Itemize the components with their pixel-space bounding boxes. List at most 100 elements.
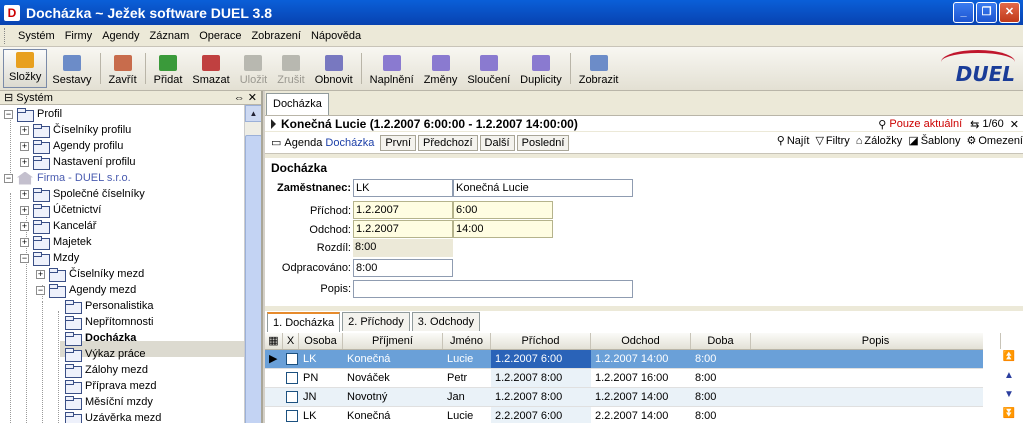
tree-item[interactable]: − Profil (4, 106, 62, 122)
toolbar-button-1[interactable]: Sestavy (47, 47, 96, 90)
employee-name-field[interactable]: Konečná Lucie (453, 179, 633, 197)
nav-tool-0[interactable]: ⚲ Najít (777, 134, 810, 147)
tree-item[interactable]: + Číselníky profilu (20, 122, 131, 138)
tree-item[interactable]: − Agendy mezd (36, 282, 136, 298)
nav-button-2[interactable]: Další (479, 134, 515, 151)
toolbar-button-11[interactable]: Duplicity (515, 47, 567, 90)
tree-item[interactable]: Měsíční mzdy (65, 394, 153, 410)
arrival-time-field[interactable]: 6:00 (453, 201, 553, 219)
bottom-tab-0[interactable]: 1. Docházka (267, 312, 341, 332)
table-row[interactable]: ▶ LK Konečná Lucie 1.2.2007 6:00 1.2.2007 14:… (265, 350, 983, 369)
departure-date-field[interactable]: 1.2.2007 (353, 220, 453, 238)
nav-button-1[interactable]: Předchozí (418, 134, 478, 151)
toolbar-button-12[interactable]: Zobrazit (574, 47, 624, 90)
tab-dochazka[interactable]: Docházka (266, 93, 329, 115)
toolbar-button-3[interactable]: Přidat (149, 47, 188, 90)
toolbar-button-9[interactable]: Změny (419, 47, 463, 90)
expander-icon[interactable]: + (20, 125, 29, 135)
nav-button-0[interactable]: První (380, 134, 417, 151)
bottom-tab-1[interactable]: 2. Příchody (342, 312, 410, 331)
expander-icon[interactable]: − (36, 285, 45, 295)
grid-col-prijmeni[interactable]: Příjmení (343, 333, 443, 349)
tree-item[interactable]: Zálohy mezd (65, 362, 148, 378)
next-record-icon[interactable]: ▼ (1002, 389, 1016, 401)
grid-col-jmeno[interactable]: Jméno (443, 333, 491, 349)
restore-button[interactable]: ❐ (976, 2, 997, 23)
grid-col-odchod[interactable]: Odchod (591, 333, 691, 349)
worked-field[interactable]: 8:00 (353, 259, 453, 277)
table-row[interactable]: PN Nováček Petr 1.2.2007 8:00 1.2.2007 16:00… (265, 369, 983, 388)
bottom-tab-2[interactable]: 3. Odchody (411, 312, 481, 331)
nav-button-3[interactable]: Poslední (516, 134, 570, 151)
toolbar-button-7[interactable]: Obnovit (310, 47, 358, 90)
scroll-thumb[interactable] (245, 135, 261, 423)
employee-code-field[interactable]: LK (353, 179, 453, 197)
grid-settings-icon[interactable]: ▦ (265, 333, 283, 349)
minimize-button[interactable]: _ (953, 2, 974, 23)
tree-scrollbar[interactable]: ▲ (244, 105, 261, 423)
toolbar-button-5[interactable]: Uložit (235, 47, 273, 90)
tree-item[interactable]: Výkaz práce (65, 346, 146, 362)
scroll-up-arrow[interactable]: ▲ (245, 105, 261, 122)
expander-icon[interactable]: + (20, 205, 29, 215)
toolbar-button-10[interactable]: Sloučení (462, 47, 515, 90)
nav-tool-1[interactable]: ▽ Filtry (815, 134, 849, 147)
grid-col-doba[interactable]: Doba (691, 333, 751, 349)
collapse-icon[interactable]: ⊟ (4, 92, 16, 104)
row-checkbox[interactable] (286, 353, 298, 365)
expander-icon[interactable]: + (36, 269, 45, 279)
expander-icon[interactable]: + (20, 141, 29, 151)
grid-col-osoba[interactable]: Osoba (299, 333, 343, 349)
tree-item[interactable]: − Firma - DUEL s.r.o. (4, 170, 131, 186)
close-button[interactable]: ✕ (999, 2, 1020, 23)
expander-icon[interactable]: − (4, 109, 13, 119)
tree-item[interactable]: + Majetek (20, 234, 92, 250)
tree-item[interactable]: Příprava mezd (65, 378, 157, 394)
tree-item[interactable]: Personalistika (65, 298, 153, 314)
expander-icon[interactable]: + (20, 221, 29, 231)
nav-tool-4[interactable]: ⚙ Omezení (966, 134, 1023, 147)
tree-item[interactable]: + Agendy profilu (20, 138, 123, 154)
close-pane-icon[interactable]: ✕ (248, 92, 257, 104)
menu-5[interactable]: Zobrazení (246, 30, 306, 42)
tree-item[interactable]: Nepřítomnosti (65, 314, 153, 330)
table-row[interactable]: LK Konečná Lucie 2.2.2007 6:00 2.2.2007 14:0… (265, 407, 983, 423)
expander-icon[interactable]: − (4, 173, 13, 183)
toolbar-button-8[interactable]: Naplnění (365, 47, 419, 90)
toolbar-button-2[interactable]: Zavřít (104, 47, 142, 90)
last-record-icon[interactable]: ⏬ (1002, 408, 1016, 420)
first-record-icon[interactable]: ⏫ (1002, 351, 1016, 363)
tree-item[interactable]: + Číselníky mezd (36, 266, 144, 282)
expander-icon[interactable]: − (20, 253, 29, 263)
nav-tool-3[interactable]: ◪ Šablony (908, 134, 960, 147)
tree-item[interactable]: Docházka (65, 330, 136, 346)
agenda-name[interactable]: Docházka (325, 137, 374, 149)
toolbar-button-6[interactable]: Zrušit (272, 47, 310, 90)
tree-item[interactable]: − Mzdy (20, 250, 79, 266)
arrival-date-field[interactable]: 1.2.2007 (353, 201, 453, 219)
menu-3[interactable]: Záznam (145, 30, 195, 42)
toolbar-button-4[interactable]: Smazat (187, 47, 234, 90)
grid-col-prichod[interactable]: Příchod (491, 333, 591, 349)
tree-item[interactable]: Uzávěrka mezd (65, 410, 161, 423)
menu-0[interactable]: Systém (13, 30, 60, 42)
row-checkbox[interactable] (286, 410, 298, 422)
dock-icon[interactable]: ⇔ (234, 92, 245, 104)
row-checkbox[interactable] (286, 391, 298, 403)
menu-4[interactable]: Operace (194, 30, 246, 42)
grid-select-header[interactable]: X (283, 333, 299, 349)
table-row[interactable]: JN Novotný Jan 1.2.2007 8:00 1.2.2007 14:00 8… (265, 388, 983, 407)
grid-col-popis[interactable]: Popis (751, 333, 1001, 349)
tree-item[interactable]: + Účetnictví (20, 202, 101, 218)
tree-item[interactable]: + Kancelář (20, 218, 96, 234)
tree-item[interactable]: + Nastavení profilu (20, 154, 136, 170)
close-record-icon[interactable]: ✕ (1010, 118, 1019, 131)
tree-item[interactable]: + Společné číselníky (20, 186, 145, 202)
note-field[interactable] (353, 280, 633, 298)
menu-6[interactable]: Nápověda (306, 30, 366, 42)
menu-1[interactable]: Firmy (60, 30, 98, 42)
menu-2[interactable]: Agendy (97, 30, 144, 42)
prev-record-icon[interactable]: ▲ (1002, 370, 1016, 382)
expander-icon[interactable]: + (20, 189, 29, 199)
row-checkbox[interactable] (286, 372, 298, 384)
